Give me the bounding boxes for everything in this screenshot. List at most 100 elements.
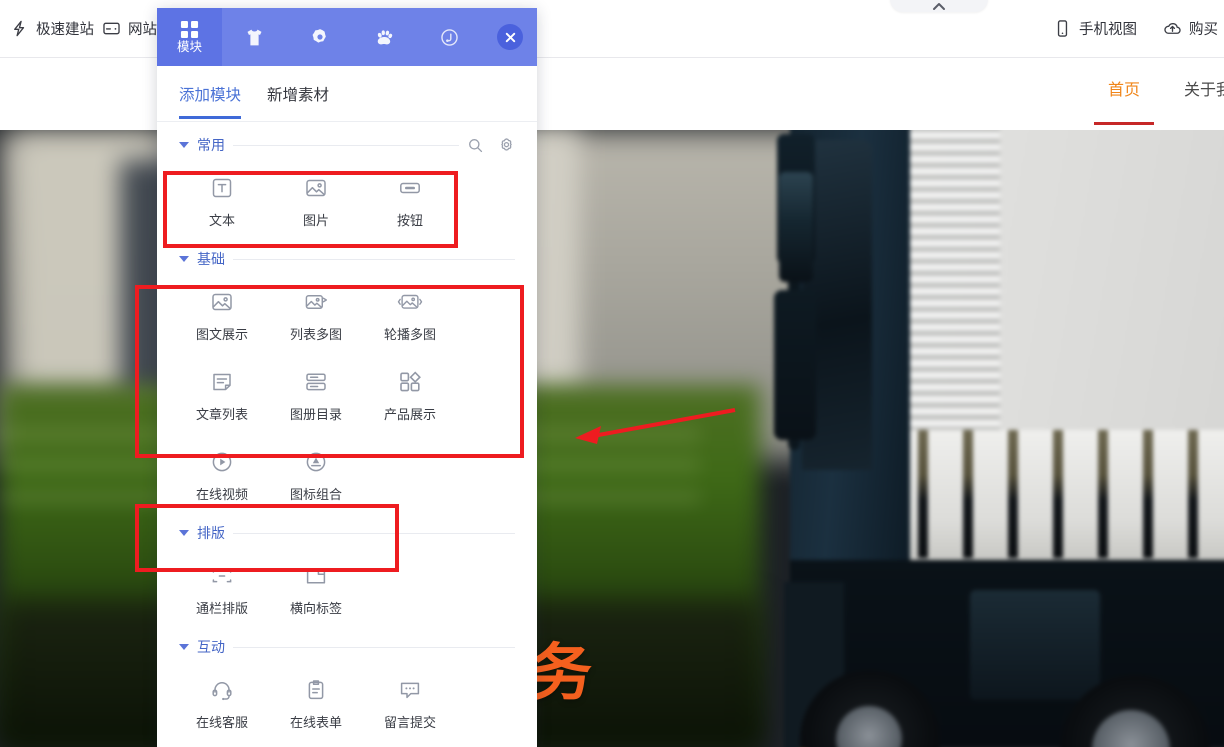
- lightning-icon: [10, 19, 29, 38]
- clipboard-icon: [303, 677, 329, 703]
- folder-tab-icon: [303, 563, 329, 589]
- subtab-new-material[interactable]: 新增素材: [267, 69, 329, 119]
- module-label-image: 图片: [302, 213, 329, 228]
- mobile-icon: [1053, 19, 1072, 38]
- window-icon: [102, 19, 121, 38]
- divider: [233, 646, 515, 648]
- header-item-fast-build[interactable]: 极速建站: [10, 18, 94, 39]
- paw-icon: [377, 29, 393, 44]
- module-tile-image[interactable]: 图片: [269, 162, 363, 242]
- module-tile-video[interactable]: 在线视频: [175, 436, 269, 516]
- panel-body: 常用 文本 图片 按钮 基础 图文展示 列表多图 轮播多图 文章列表 图册目录 …: [157, 122, 537, 747]
- module-tile-icon-group[interactable]: 图标组合: [269, 436, 363, 516]
- module-label-folder-tab: 横向标签: [289, 601, 342, 616]
- image-icon: [303, 175, 329, 201]
- header-item-purchase[interactable]: 购买: [1163, 18, 1218, 39]
- group-header-interactive[interactable]: 互动: [175, 630, 519, 664]
- module-tile-image-text[interactable]: 图文展示: [175, 276, 269, 356]
- group-header-layout[interactable]: 排版: [175, 516, 519, 550]
- product-grid-icon: [397, 369, 423, 395]
- panel-close-button[interactable]: [497, 8, 537, 66]
- header-label-mobile-view: 手机视图: [1079, 22, 1137, 38]
- module-group-interactive: 互动 在线客服 在线表单 留言提交: [157, 630, 537, 747]
- module-label-article-list: 文章列表: [195, 407, 248, 422]
- module-group-basic: 基础 图文展示 列表多图 轮播多图 文章列表 图册目录 产品展示 在线视频 图标…: [157, 242, 537, 516]
- group-title-layout: 排版: [197, 525, 225, 541]
- module-tile-online-form[interactable]: 在线表单: [269, 664, 363, 744]
- chevron-down-icon[interactable]: [179, 142, 189, 148]
- toolbar-collapse-handle[interactable]: [890, 0, 988, 12]
- module-tile-text[interactable]: 文本: [175, 162, 269, 242]
- divider: [233, 258, 515, 260]
- button-icon: [397, 175, 423, 201]
- fullwidth-icon: [209, 563, 235, 589]
- module-label-button: 按钮: [396, 213, 423, 228]
- module-label-product-grid: 产品展示: [383, 407, 436, 422]
- header-label-purchase: 购买: [1189, 22, 1218, 38]
- module-label-image-text: 图文展示: [195, 327, 248, 342]
- modules-panel[interactable]: 模块 添加模块 新增素材 常用 文本 图片 按钮 基础 图文展示 列表多图 轮播…: [157, 8, 537, 747]
- module-label-online-service: 在线客服: [195, 715, 248, 730]
- module-tile-carousel[interactable]: 轮播多图: [363, 276, 457, 356]
- chevron-down-icon[interactable]: [179, 644, 189, 650]
- module-tile-button[interactable]: 按钮: [363, 162, 457, 242]
- gear-icon[interactable]: [498, 137, 515, 154]
- app-header-right: 手机视图 购买: [1053, 18, 1224, 39]
- site-nav-item-home[interactable]: 首页: [1093, 76, 1155, 125]
- close-icon: [497, 24, 523, 50]
- panel-tab-settings[interactable]: [287, 8, 352, 66]
- panel-tab-baidu[interactable]: [352, 8, 417, 66]
- grid-icon: [180, 21, 199, 39]
- module-tile-album-catalog[interactable]: 图册目录: [269, 356, 363, 436]
- panel-tab-theme[interactable]: [222, 8, 287, 66]
- screen: 输服务 追求 首页 关于我们 极速建站: [0, 0, 1224, 747]
- chevron-down-icon[interactable]: [179, 256, 189, 262]
- message-icon: [397, 677, 423, 703]
- video-icon: [209, 449, 235, 475]
- article-list-icon: [209, 369, 235, 395]
- module-label-online-form: 在线表单: [289, 715, 342, 730]
- module-label-text: 文本: [208, 213, 235, 228]
- module-label-message: 留言提交: [383, 715, 436, 730]
- module-tile-fullwidth[interactable]: 通栏排版: [175, 550, 269, 630]
- panel-tab-modules[interactable]: 模块: [157, 8, 222, 66]
- divider: [233, 532, 515, 534]
- module-tile-message[interactable]: 留言提交: [363, 664, 457, 744]
- truck-illustration: [640, 130, 1224, 747]
- image-list-icon: [303, 289, 329, 315]
- module-tile-article-list[interactable]: 文章列表: [175, 356, 269, 436]
- carousel-icon: [397, 289, 423, 315]
- module-label-album-catalog: 图册目录: [289, 407, 342, 422]
- panel-subtabs: 添加模块 新增素材: [157, 66, 537, 122]
- module-tile-image-list[interactable]: 列表多图: [269, 276, 363, 356]
- chevron-down-icon[interactable]: [179, 530, 189, 536]
- gear-flower-icon: [312, 29, 326, 43]
- module-tile-product-grid[interactable]: 产品展示: [363, 356, 457, 436]
- group-title-basic: 基础: [197, 251, 225, 267]
- module-label-video: 在线视频: [195, 487, 248, 502]
- text-icon: [209, 175, 235, 201]
- icon-group-icon: [303, 449, 329, 475]
- group-header-basic[interactable]: 基础: [175, 242, 519, 276]
- module-group-layout: 排版 通栏排版 横向标签: [157, 516, 537, 630]
- module-label-fullwidth: 通栏排版: [195, 601, 248, 616]
- panel-tabbar: 模块: [157, 8, 537, 66]
- module-tile-online-service[interactable]: 在线客服: [175, 664, 269, 744]
- panel-tab-seo[interactable]: [417, 8, 482, 66]
- group-header-common[interactable]: 常用: [175, 128, 519, 162]
- module-tiles-common: 文本 图片 按钮: [175, 162, 519, 242]
- module-label-icon-group: 图标组合: [289, 487, 342, 502]
- group-title-common: 常用: [197, 137, 225, 153]
- site-nav-item-about[interactable]: 关于我们: [1184, 76, 1224, 112]
- module-label-carousel: 轮播多图: [383, 327, 436, 342]
- image-text-icon: [209, 289, 235, 315]
- module-tiles-basic: 图文展示 列表多图 轮播多图 文章列表 图册目录 产品展示 在线视频 图标组合: [175, 276, 519, 516]
- module-group-common: 常用 文本 图片 按钮: [157, 128, 537, 242]
- header-item-mobile-view[interactable]: 手机视图: [1053, 18, 1137, 39]
- module-tile-folder-tab[interactable]: 横向标签: [269, 550, 363, 630]
- search-icon[interactable]: [467, 137, 484, 154]
- cloud-upload-icon: [1163, 19, 1182, 38]
- module-label-image-list: 列表多图: [289, 327, 342, 342]
- panel-tab-modules-label: 模块: [176, 40, 202, 55]
- subtab-add-module[interactable]: 添加模块: [179, 69, 242, 119]
